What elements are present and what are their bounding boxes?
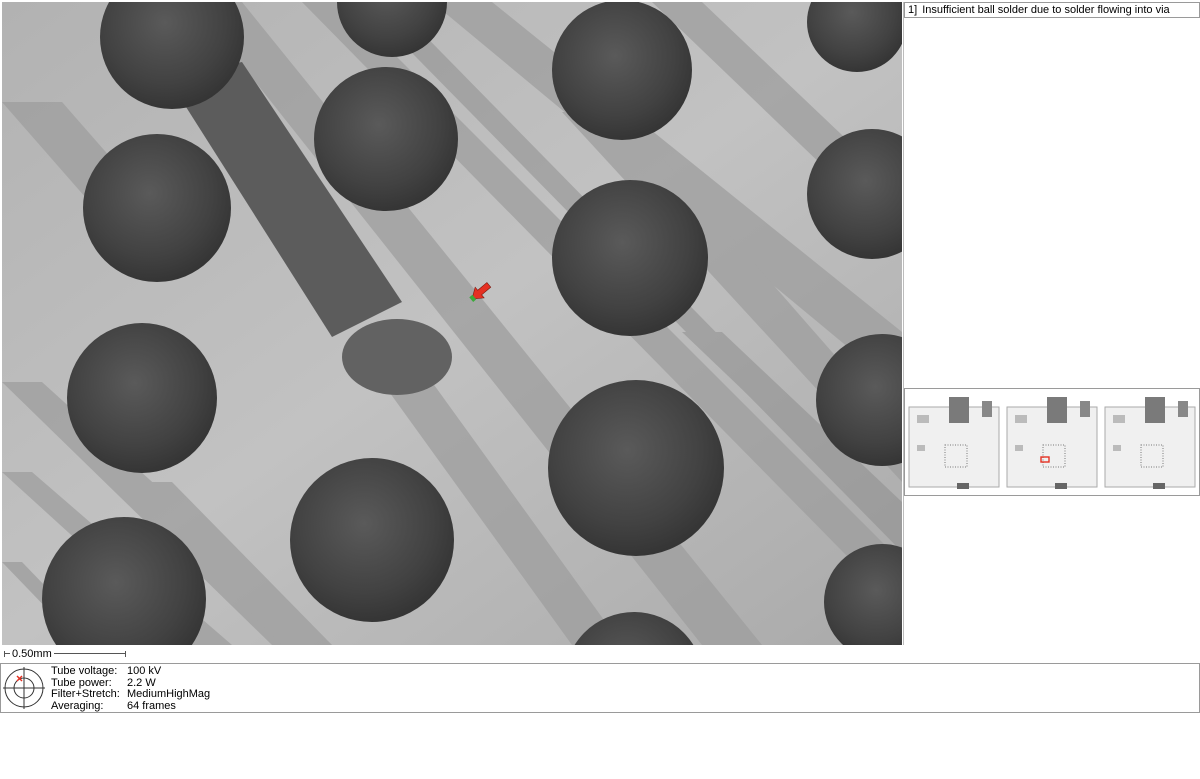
- board-thumbnail-1[interactable]: [907, 395, 1002, 490]
- acquisition-parameters: Tube voltage: 100 kV Tube power: 2.2 W F…: [51, 665, 211, 713]
- param-row-averaging: Averaging: 64 frames: [51, 699, 210, 713]
- param-label: Tube voltage:: [51, 665, 118, 677]
- xray-image: [2, 2, 902, 645]
- board-thumbnails: [904, 388, 1200, 496]
- param-value: MediumHighMag: [127, 688, 211, 700]
- param-value: 100 kV: [127, 665, 162, 677]
- board-thumbnail-2[interactable]: [1005, 395, 1100, 490]
- annotation-text: Insufficient ball solder due to solder f…: [922, 4, 1170, 16]
- param-value: 64 frames: [127, 699, 176, 712]
- scale-bar-row: 0.50mm: [2, 647, 1198, 661]
- acquisition-info-panel: Tube voltage: 100 kV Tube power: 2.2 W F…: [0, 663, 1200, 713]
- annotation-box[interactable]: 1] Insufficient ball solder due to solder…: [904, 2, 1200, 18]
- param-row-tube-voltage: Tube voltage: 100 kV: [51, 665, 210, 678]
- via-blob: [342, 319, 452, 395]
- board-thumbnail-3[interactable]: [1103, 395, 1198, 490]
- scale-label: 0.50mm: [10, 647, 54, 661]
- annotation-number: 1]: [908, 4, 918, 16]
- param-label: Averaging:: [51, 699, 104, 712]
- param-row-filter-stretch: Filter+Stretch: MediumHighMag: [51, 688, 211, 701]
- panel-divider: [903, 2, 904, 645]
- xray-image-view[interactable]: [2, 2, 902, 645]
- crosshair-icon: [3, 667, 45, 709]
- param-label: Filter+Stretch:: [51, 688, 120, 700]
